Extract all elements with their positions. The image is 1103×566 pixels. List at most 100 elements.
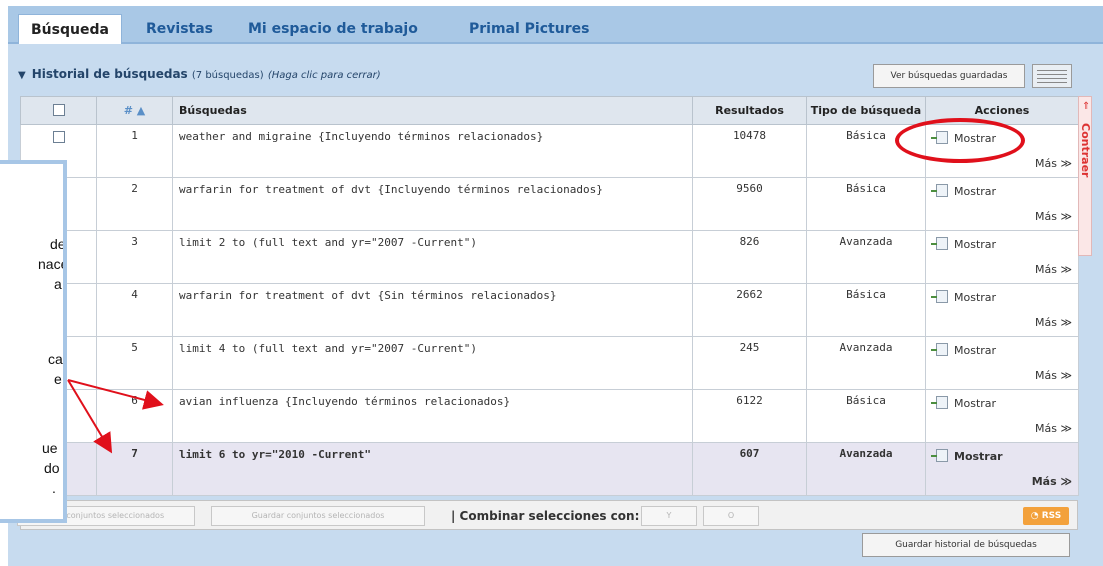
row-search-type: Básica bbox=[806, 283, 926, 337]
history-hint: (Haga clic para cerrar) bbox=[267, 70, 381, 81]
show-results-button[interactable]: Mostrar bbox=[931, 343, 997, 357]
row-query: limit 6 to yr="2010 -Current" bbox=[172, 442, 693, 496]
save-sets-button[interactable]: Guardar conjuntos seleccionados bbox=[211, 506, 425, 526]
row-checkbox[interactable] bbox=[52, 131, 65, 143]
row-number: 7 bbox=[96, 442, 173, 496]
list-view-icon[interactable] bbox=[1032, 64, 1072, 88]
combine-or-button[interactable]: O bbox=[703, 506, 759, 526]
table-row: 7 limit 6 to yr="2010 -Current" 607 Avan… bbox=[20, 442, 1079, 496]
up-arrow-icon: ⇑ bbox=[1082, 101, 1091, 112]
select-all-cell bbox=[20, 96, 97, 125]
row-query: limit 2 to (full text and yr="2007 -Curr… bbox=[172, 230, 693, 284]
row-number: 6 bbox=[96, 389, 173, 443]
row-query: warfarin for treatment of dvt {Sin térmi… bbox=[172, 283, 693, 337]
show-results-button[interactable]: Mostrar bbox=[931, 184, 997, 198]
view-saved-searches-button[interactable]: Ver búsquedas guardadas bbox=[873, 64, 1025, 88]
show-results-button[interactable]: Mostrar bbox=[931, 237, 996, 251]
row-results: 10478 bbox=[692, 124, 807, 178]
document-arrow-icon bbox=[931, 396, 948, 409]
combine-and-button[interactable]: Y bbox=[641, 506, 697, 526]
save-search-history-button[interactable]: Guardar historial de búsquedas bbox=[862, 533, 1070, 557]
row-number: 3 bbox=[96, 230, 173, 284]
show-results-label: Mostrar bbox=[954, 185, 997, 198]
table-header-row: # ▲ Búsquedas Resultados Tipo de búsqued… bbox=[20, 96, 1079, 125]
tab-bar: Búsqueda Revistas Mi espacio de trabajo … bbox=[8, 6, 1103, 44]
show-results-label: Mostrar bbox=[954, 344, 997, 357]
row-search-type: Básica bbox=[806, 177, 926, 231]
row-results: 245 bbox=[692, 336, 807, 390]
row-actions: Mostrar Más ≫ bbox=[925, 177, 1079, 231]
show-results-button[interactable]: Mostrar bbox=[931, 396, 997, 410]
row-actions: Mostrar Más ≫ bbox=[925, 336, 1079, 390]
callout-line: ue bbox=[42, 440, 58, 456]
more-options-link[interactable]: Más ≫ bbox=[1032, 475, 1072, 488]
highlight-oval bbox=[895, 118, 1025, 163]
selection-toolbar: mar conjuntos seleccionados Guardar conj… bbox=[17, 500, 1078, 530]
collapse-strip[interactable]: ⇑ Contraer bbox=[1078, 96, 1092, 256]
collapse-arrow-icon[interactable]: ▼ bbox=[18, 70, 26, 81]
document-arrow-icon bbox=[931, 449, 948, 462]
row-query: weather and migraine {Incluyendo término… bbox=[172, 124, 693, 178]
document-arrow-icon bbox=[931, 290, 948, 303]
callout-line: ca bbox=[48, 351, 63, 367]
row-actions: Mostrar Más ≫ bbox=[925, 230, 1079, 284]
callout-line: de bbox=[50, 236, 66, 252]
tab-revistas[interactable]: Revistas bbox=[134, 14, 225, 44]
row-number: 2 bbox=[96, 177, 173, 231]
sort-by-number-header[interactable]: # ▲ bbox=[96, 96, 173, 125]
history-count: (7 búsquedas) bbox=[191, 70, 264, 81]
more-options-link[interactable]: Más ≫ bbox=[1035, 422, 1072, 435]
table-row: 3 limit 2 to (full text and yr="2007 -Cu… bbox=[20, 230, 1079, 284]
table-row: 5 limit 4 to (full text and yr="2007 -Cu… bbox=[20, 336, 1079, 390]
tab-busqueda[interactable]: Búsqueda bbox=[18, 14, 122, 44]
show-results-label: Mostrar bbox=[954, 291, 997, 304]
document-arrow-icon bbox=[931, 237, 948, 250]
row-results: 9560 bbox=[692, 177, 807, 231]
callout-line: nace bbox=[38, 256, 67, 272]
history-title[interactable]: ▼ Historial de búsquedas (7 búsquedas) (H… bbox=[18, 67, 381, 81]
more-options-link[interactable]: Más ≫ bbox=[1035, 210, 1072, 223]
callout-line: e bbox=[54, 371, 62, 387]
document-arrow-icon bbox=[931, 184, 948, 197]
queries-header: Búsquedas bbox=[172, 96, 693, 125]
callout-line: do bbox=[44, 460, 60, 476]
history-title-text: Historial de búsquedas bbox=[31, 67, 188, 81]
row-search-type: Básica bbox=[806, 389, 926, 443]
more-options-link[interactable]: Más ≫ bbox=[1035, 263, 1072, 276]
more-options-link[interactable]: Más ≫ bbox=[1035, 316, 1072, 329]
search-type-header: Tipo de búsqueda bbox=[806, 96, 926, 125]
row-number: 4 bbox=[96, 283, 173, 337]
more-options-link[interactable]: Más ≫ bbox=[1035, 369, 1072, 382]
document-arrow-icon bbox=[931, 343, 948, 356]
row-query: limit 4 to (full text and yr="2007 -Curr… bbox=[172, 336, 693, 390]
more-options-link[interactable]: Más ≫ bbox=[1035, 157, 1072, 170]
table-row: 6 avian influenza {Incluyendo términos r… bbox=[20, 389, 1079, 443]
row-query: avian influenza {Incluyendo términos rel… bbox=[172, 389, 693, 443]
row-query: warfarin for treatment of dvt {Incluyend… bbox=[172, 177, 693, 231]
row-actions: Mostrar Más ≫ bbox=[925, 283, 1079, 337]
row-search-type: Avanzada bbox=[806, 336, 926, 390]
rss-button[interactable]: ◔ RSS bbox=[1023, 507, 1069, 525]
rss-label: RSS bbox=[1041, 511, 1062, 521]
show-results-label: Mostrar bbox=[954, 397, 997, 410]
show-results-label: Mostrar bbox=[954, 450, 1003, 463]
show-results-button[interactable]: Mostrar bbox=[931, 290, 997, 304]
row-results: 607 bbox=[692, 442, 807, 496]
row-search-type: Avanzada bbox=[806, 230, 926, 284]
tab-primal-pictures[interactable]: Primal Pictures bbox=[457, 14, 601, 44]
select-all-checkbox[interactable] bbox=[52, 104, 65, 116]
row-results: 2662 bbox=[692, 283, 807, 337]
row-number: 5 bbox=[96, 336, 173, 390]
row-results: 6122 bbox=[692, 389, 807, 443]
rss-icon: ◔ bbox=[1030, 511, 1042, 521]
results-header: Resultados bbox=[692, 96, 807, 125]
row-actions: Mostrar Más ≫ bbox=[925, 389, 1079, 443]
tab-mi-espacio-de-trabajo[interactable]: Mi espacio de trabajo bbox=[236, 14, 430, 44]
show-results-button[interactable]: Mostrar bbox=[931, 449, 1003, 463]
table-row: 4 warfarin for treatment of dvt {Sin tér… bbox=[20, 283, 1079, 337]
row-number: 1 bbox=[96, 124, 173, 178]
row-results: 826 bbox=[692, 230, 807, 284]
row-actions: Mostrar Más ≫ bbox=[925, 442, 1079, 496]
annotation-callout: de nace a ca e ue do . bbox=[0, 160, 67, 523]
collapse-label: Contraer bbox=[1079, 123, 1092, 178]
